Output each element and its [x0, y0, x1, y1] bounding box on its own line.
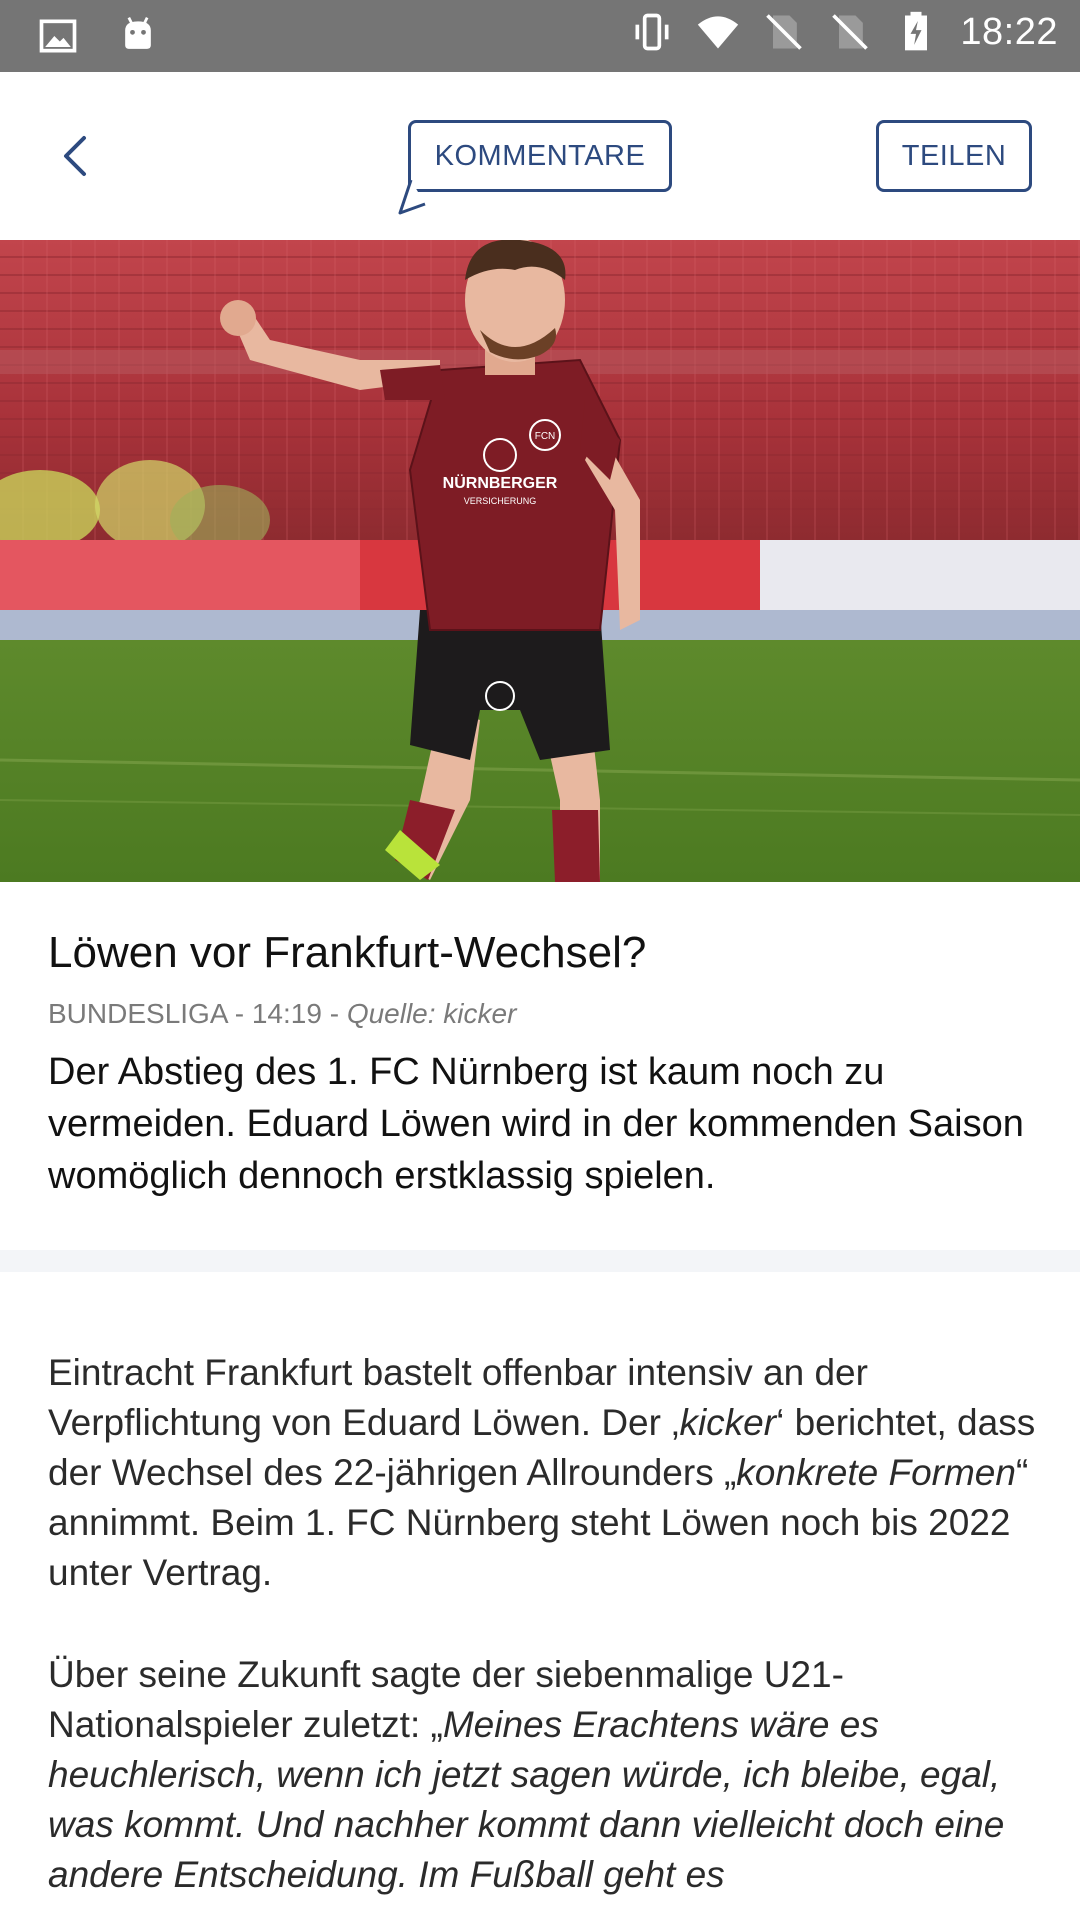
no-sim-icon — [766, 14, 803, 50]
article-paragraph-1: Eintracht Frankfurt bastelt offenbar int… — [48, 1348, 1048, 1598]
article-paragraph-2: Über seine Zukunft sagte der siebenmalig… — [48, 1650, 1048, 1900]
article-hero-image[interactable]: NÜRNBERGER VERSICHERUNG FCN — [0, 240, 1080, 882]
no-sim-icon — [832, 14, 869, 50]
article-teaser: Der Abstieg des 1. FC Nürnberg ist kaum … — [48, 1051, 1024, 1197]
article-meta: BUNDESLIGA - 14:19 - Quelle: kicker — [48, 998, 516, 1030]
meta-separator: - — [321, 998, 347, 1029]
comments-button[interactable]: KOMMENTARE — [408, 120, 672, 192]
article-title: Löwen vor Frankfurt-Wechsel? — [48, 928, 647, 977]
section-divider — [0, 1250, 1080, 1272]
comments-button-label: KOMMENTARE — [434, 139, 646, 172]
wifi-icon — [698, 16, 739, 49]
paragraph-quote: kicker — [679, 1402, 777, 1443]
article-category: BUNDESLIGA — [48, 998, 227, 1029]
clock: 18:22 — [960, 10, 1058, 53]
share-button-label: TEILEN — [901, 139, 1007, 172]
battery-charging-icon — [905, 11, 928, 51]
chevron-left-icon[interactable] — [48, 126, 108, 186]
vibrate-icon — [635, 13, 669, 51]
image-icon — [39, 19, 77, 53]
article-source: Quelle: kicker — [346, 998, 517, 1029]
club-badge-text: FCN — [535, 431, 556, 442]
share-button[interactable]: TEILEN — [876, 120, 1032, 192]
jersey-sponsor-text: NÜRNBERGER — [443, 473, 558, 492]
paragraph-quote: konkrete Formen — [736, 1452, 1016, 1493]
meta-separator: - — [226, 998, 252, 1029]
football-player-photo: NÜRNBERGER VERSICHERUNG FCN — [0, 240, 1080, 882]
jersey-sponsor-subtext: VERSICHERUNG — [464, 496, 537, 506]
status-bar: 18:22 — [0, 0, 1080, 72]
speech-bubble-tail-icon — [398, 180, 426, 215]
article-time: 14:19 — [251, 998, 322, 1029]
android-icon — [125, 17, 151, 49]
top-app-bar: KOMMENTARE TEILEN — [0, 72, 1080, 240]
